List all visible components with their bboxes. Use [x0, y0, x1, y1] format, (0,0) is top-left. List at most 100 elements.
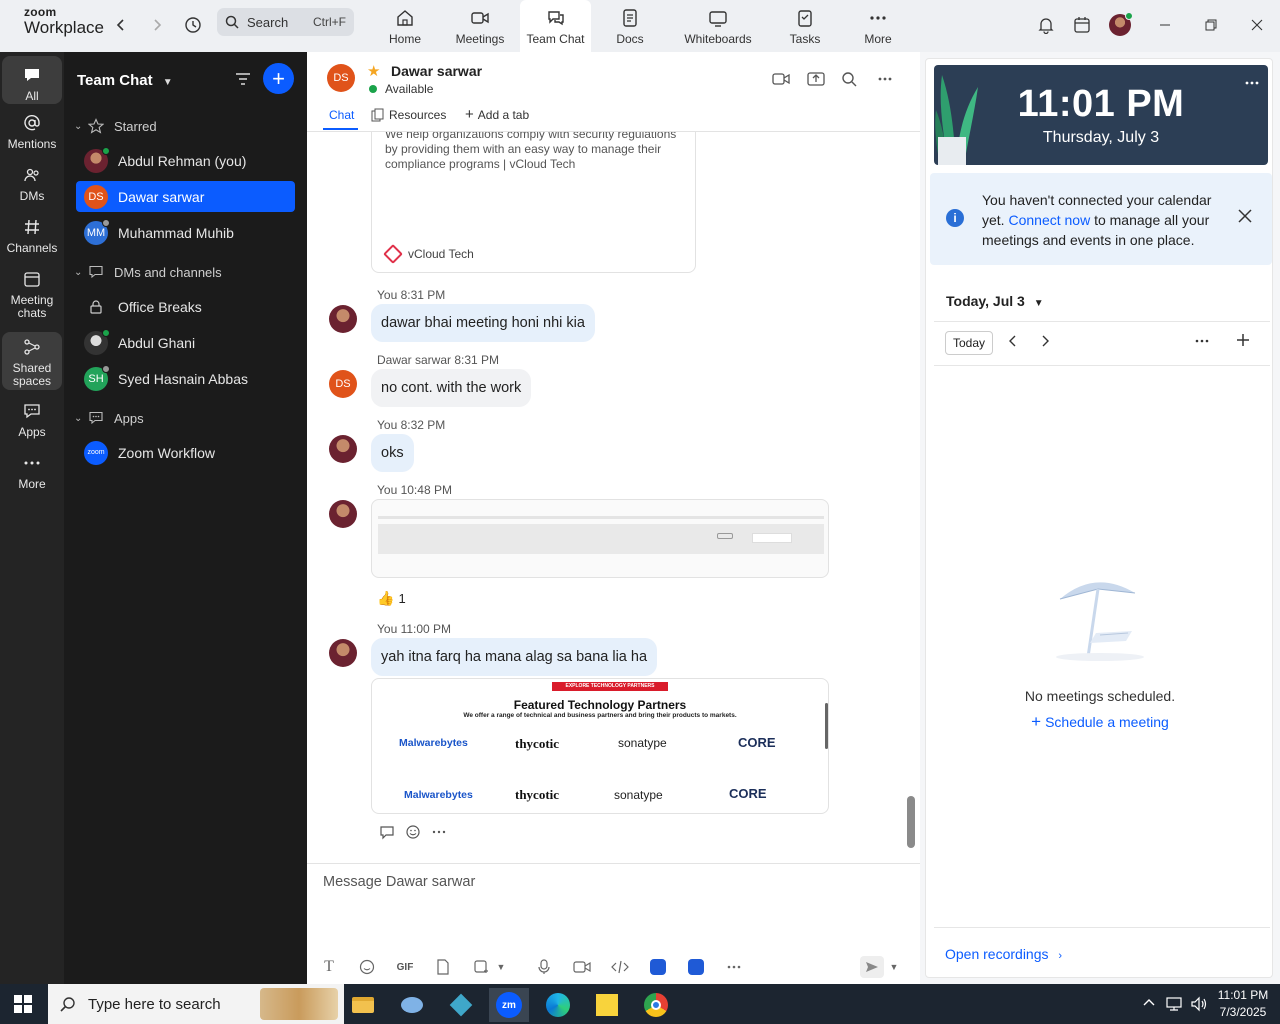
rail-channels[interactable]: Channels [2, 216, 62, 255]
back-arrow-icon[interactable] [108, 12, 134, 38]
message-bubble[interactable]: no cont. with the work [371, 369, 532, 407]
reaction-thumbs-up[interactable]: 👍 1 [377, 590, 406, 607]
app-diamond-icon[interactable] [441, 988, 481, 1022]
text-format-icon[interactable]: T [318, 956, 340, 978]
tab-resources[interactable]: Resources [371, 108, 446, 122]
today-button[interactable]: Today [945, 331, 993, 355]
calendar-icon[interactable] [1068, 12, 1096, 38]
bell-icon[interactable] [1032, 12, 1060, 38]
contact-avatar[interactable]: DS [327, 64, 355, 92]
section-starred[interactable]: ⌄ Starred [74, 118, 157, 134]
filter-icon[interactable] [233, 69, 255, 91]
forward-arrow-icon[interactable] [144, 12, 170, 38]
tab-add[interactable]: + Add a tab [465, 107, 529, 122]
chevron-down-icon[interactable]: ▼ [494, 956, 508, 978]
add-event-icon[interactable] [1236, 333, 1250, 350]
network-icon[interactable] [1166, 996, 1182, 1015]
reply-icon[interactable] [379, 824, 395, 843]
open-recordings-link[interactable]: Open recordings › [945, 946, 1062, 962]
tab-tasks[interactable]: Tasks [788, 0, 822, 52]
rail-more[interactable]: More [2, 452, 62, 491]
windows-start-icon[interactable] [14, 995, 32, 1016]
volume-icon[interactable] [1190, 996, 1208, 1015]
more-dots-icon[interactable] [723, 956, 745, 978]
rail-dms[interactable]: DMs [2, 164, 62, 203]
edge-browser-icon[interactable] [538, 988, 578, 1022]
link-preview-card[interactable]: We help organizations comply with securi… [371, 132, 696, 273]
tab-chat[interactable]: Chat [329, 108, 354, 122]
share-screen-icon[interactable] [805, 68, 827, 90]
next-day-icon[interactable] [1040, 335, 1050, 350]
connect-now-link[interactable]: Connect now [1008, 212, 1090, 228]
snipping-tool-icon[interactable] [392, 988, 432, 1022]
screenshot-icon[interactable] [470, 956, 492, 978]
partners-image[interactable]: EXPLORE TECHNOLOGY PARTNERS Featured Tec… [371, 678, 829, 814]
message-bubble[interactable]: oks [371, 434, 414, 472]
message-list[interactable]: We help organizations comply with securi… [307, 132, 912, 863]
sticky-notes-icon[interactable] [587, 988, 627, 1022]
zoom-app-icon[interactable] [685, 956, 707, 978]
chrome-browser-icon[interactable] [636, 988, 676, 1022]
file-explorer-icon[interactable] [343, 988, 383, 1022]
tab-whiteboards[interactable]: Whiteboards [680, 0, 756, 52]
file-icon[interactable] [432, 956, 454, 978]
avatar[interactable] [329, 435, 357, 463]
more-dots-icon[interactable] [1244, 75, 1260, 94]
sidebar-item-office-breaks[interactable]: Office Breaks [76, 291, 295, 322]
tab-team-chat[interactable]: Team Chat [520, 0, 591, 52]
tab-home[interactable]: Home [381, 0, 429, 52]
compose-area[interactable]: Message Dawar sarwar T GIF ▼ ▼ [307, 863, 920, 984]
tab-meetings[interactable]: Meetings [452, 0, 508, 52]
avatar[interactable] [329, 500, 357, 528]
sidebar-item-dawar-sarwar[interactable]: DS Dawar sarwar [76, 181, 295, 212]
search-box[interactable]: Search Ctrl+F [217, 8, 354, 36]
message-bubble[interactable]: dawar bhai meeting honi nhi kia [371, 304, 595, 342]
star-filled-icon[interactable]: ★ [367, 62, 380, 80]
avatar[interactable] [329, 305, 357, 333]
code-snippet-icon[interactable] [609, 956, 631, 978]
chevron-up-icon[interactable] [1142, 996, 1156, 1013]
sidebar-item-muhammad-muhib[interactable]: MM Muhammad Muhib [76, 217, 295, 248]
minimize-icon[interactable] [1151, 12, 1179, 38]
tab-more[interactable]: More [860, 0, 896, 52]
more-dots-icon[interactable] [1194, 335, 1210, 350]
profile-avatar[interactable] [1106, 12, 1134, 38]
taskbar-clock[interactable]: 11:01 PM 7/3/2025 [1212, 987, 1274, 1021]
app-integration-icon[interactable] [647, 956, 669, 978]
prev-day-icon[interactable] [1008, 335, 1018, 350]
microphone-icon[interactable] [533, 956, 555, 978]
message-input[interactable]: Message Dawar sarwar [323, 874, 475, 890]
send-options-chevron-icon[interactable]: ▼ [887, 956, 901, 978]
shared-screenshot-image[interactable] [371, 499, 829, 578]
rail-shared-spaces[interactable]: Shared spaces [2, 332, 62, 390]
video-message-icon[interactable] [571, 956, 593, 978]
schedule-meeting-link[interactable]: + Schedule a meeting [926, 712, 1274, 732]
sidebar-item-abdul-ghani[interactable]: Abdul Ghani [76, 327, 295, 358]
more-options-icon[interactable] [874, 68, 896, 90]
gif-icon[interactable]: GIF [394, 956, 416, 978]
zoom-taskbar-icon[interactable]: zm [489, 988, 529, 1022]
sidebar-item-abdul-rehman[interactable]: Abdul Rehman (you) [76, 145, 295, 176]
rail-all[interactable]: All [2, 56, 62, 104]
section-dms-channels[interactable]: ⌄ DMs and channels [74, 264, 222, 280]
contact-name[interactable]: Dawar sarwar [391, 63, 482, 79]
taskbar-search[interactable]: Type here to search [48, 984, 344, 1024]
chat-scrollbar[interactable] [907, 796, 915, 848]
more-dots-icon[interactable] [431, 824, 447, 843]
rail-apps[interactable]: Apps [2, 400, 62, 439]
video-call-icon[interactable] [770, 68, 792, 90]
sidebar-item-zoom-workflow[interactable]: zoom Zoom Workflow [76, 437, 295, 468]
history-icon[interactable] [180, 12, 206, 38]
send-icon[interactable] [860, 956, 884, 978]
avatar[interactable]: DS [329, 370, 357, 398]
new-chat-button[interactable]: + [263, 63, 294, 94]
day-heading[interactable]: Today, Jul 3 ▼ [946, 293, 1044, 309]
sidebar-title[interactable]: Team Chat ▼ [77, 72, 173, 89]
sidebar-item-syed-hasnain-abbas[interactable]: SH Syed Hasnain Abbas [76, 363, 295, 394]
rail-mentions[interactable]: Mentions [2, 112, 62, 151]
avatar[interactable] [329, 639, 357, 667]
search-icon[interactable] [838, 68, 860, 90]
restore-icon[interactable] [1197, 12, 1225, 38]
close-icon[interactable] [1238, 209, 1252, 226]
rail-meeting-chats[interactable]: Meeting chats [2, 268, 62, 320]
